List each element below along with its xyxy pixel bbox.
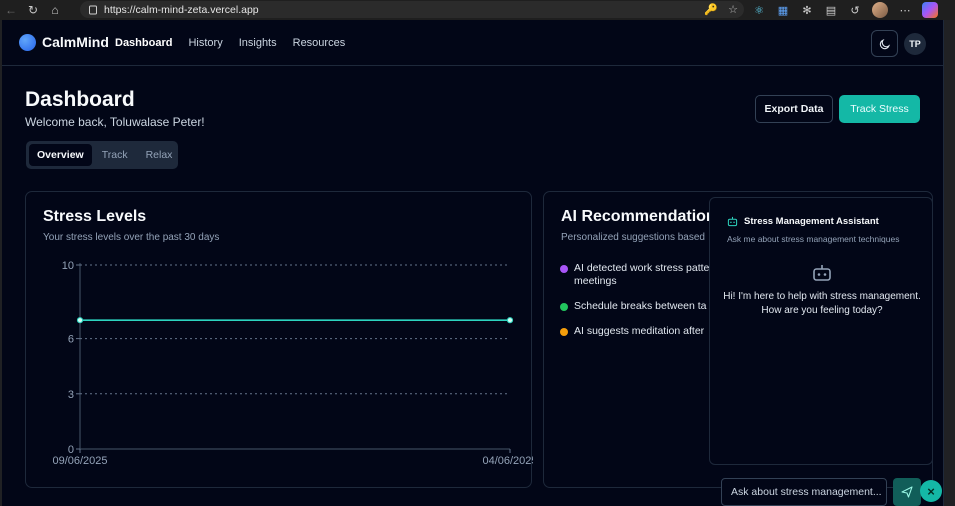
x-tick-label: 04/06/2025 — [482, 455, 533, 467]
page-title: Dashboard — [25, 88, 135, 111]
x-tick-label: 09/06/2025 — [52, 455, 107, 467]
close-chat-button[interactable]: × — [920, 480, 942, 502]
nav-dashboard[interactable]: Dashboard — [115, 37, 172, 49]
key-icon[interactable]: 🔑 — [704, 3, 718, 16]
app-window: CalmMind Dashboard History Insights Reso… — [2, 20, 944, 506]
main-nav: Dashboard History Insights Resources — [115, 37, 345, 49]
assistant-greeting: Hi! I'm here to help with stress managem… — [723, 291, 921, 316]
y-tick-label: 10 — [62, 260, 74, 272]
bot-avatar-icon — [813, 265, 831, 281]
track-stress-button[interactable]: Track Stress — [839, 95, 920, 123]
tab-overview[interactable]: Overview — [29, 144, 92, 166]
nav-insights[interactable]: Insights — [239, 37, 277, 49]
site-info-icon[interactable] — [88, 5, 98, 15]
user-avatar[interactable]: TP — [904, 33, 926, 55]
extensions-puzzle-icon[interactable]: ✻ — [800, 3, 814, 17]
data-point — [76, 317, 84, 324]
y-tick-label: 3 — [68, 389, 74, 401]
url-text: https://calm-mind-zeta.vercel.app — [104, 3, 259, 16]
data-point — [506, 317, 514, 324]
stress-levels-card: Stress Levels Your stress levels over th… — [25, 191, 533, 488]
ai-card-title: AI Recommendations — [561, 208, 725, 225]
chat-subtitle: Ask me about stress management technique… — [727, 234, 900, 244]
close-icon: × — [927, 483, 935, 499]
ai-card-subtitle: Personalized suggestions based — [561, 232, 705, 243]
app-header: CalmMind Dashboard History Insights Reso… — [2, 20, 943, 66]
brand-logo-icon — [19, 34, 36, 51]
extension-icon[interactable]: ▦ — [776, 3, 790, 17]
send-icon — [901, 486, 913, 498]
home-icon[interactable]: ⌂ — [44, 0, 66, 20]
y-tick-label: 6 — [68, 334, 74, 346]
welcome-message: Welcome back, Toluwalase Peter! — [25, 115, 205, 129]
green-dot-icon — [560, 303, 568, 311]
export-data-button[interactable]: Export Data — [755, 95, 833, 123]
rec-text: AI suggests meditation after — [574, 325, 705, 337]
nav-resources[interactable]: Resources — [293, 37, 346, 49]
copilot-icon[interactable] — [922, 2, 938, 18]
favorite-star-icon[interactable]: ☆ — [728, 3, 738, 16]
bot-icon — [727, 216, 738, 227]
send-button[interactable] — [893, 478, 921, 506]
more-menu-icon[interactable]: ⋯ — [898, 3, 912, 17]
chat-input[interactable] — [721, 478, 887, 506]
brand-name[interactable]: CalmMind — [42, 34, 109, 50]
nav-history[interactable]: History — [188, 37, 222, 49]
back-icon[interactable]: ← — [0, 0, 22, 20]
moon-icon — [879, 38, 890, 49]
react-devtools-icon[interactable]: ⚛ — [752, 3, 766, 17]
split-screen-icon[interactable]: ▤ — [824, 3, 838, 17]
tab-relax[interactable]: Relax — [138, 144, 181, 166]
rec-text-continued: meetings — [574, 275, 617, 287]
dashboard-tabs: Overview Track Relax — [26, 141, 178, 169]
theme-toggle-button[interactable] — [871, 30, 898, 57]
chat-title: Stress Management Assistant — [744, 216, 879, 227]
rec-text: Schedule breaks between ta — [574, 300, 707, 312]
stress-line-chart: 0361009/06/2025 04/06/2025 — [52, 260, 533, 467]
tab-track[interactable]: Track — [94, 144, 136, 166]
history-icon[interactable]: ↺ — [848, 3, 862, 17]
profile-avatar[interactable] — [872, 2, 888, 18]
address-bar[interactable]: https://calm-mind-zeta.vercel.app 🔑 ☆ — [80, 1, 744, 18]
browser-toolbar: ← ↻ ⌂ https://calm-mind-zeta.vercel.app … — [0, 0, 955, 20]
refresh-icon[interactable]: ↻ — [22, 0, 44, 20]
amber-dot-icon — [560, 328, 568, 336]
purple-dot-icon — [560, 265, 568, 273]
chat-assistant-panel: Stress Management Assistant Ask me about… — [709, 197, 933, 465]
rec-text: AI detected work stress patte — [574, 262, 710, 274]
